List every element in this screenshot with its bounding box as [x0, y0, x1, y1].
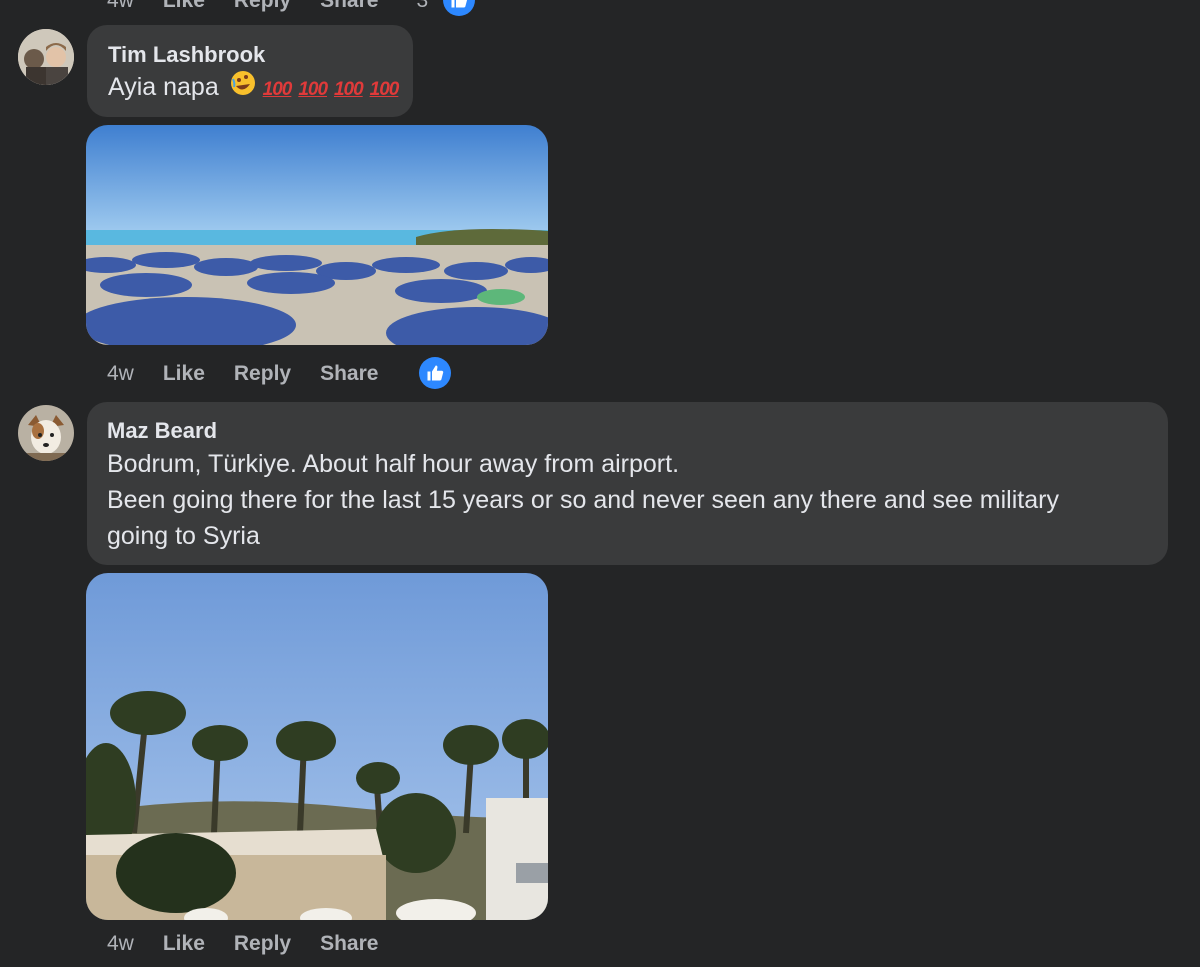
comment-text: Ayia napa 100 100 100 100: [108, 69, 400, 108]
share-button[interactable]: Share: [320, 362, 378, 386]
avatar[interactable]: [18, 405, 74, 461]
share-button[interactable]: Share: [320, 932, 378, 956]
comment-author[interactable]: Tim Lashbrook: [108, 42, 265, 68]
reply-button[interactable]: Reply: [234, 0, 291, 13]
comment-bubble: Maz Beard Bodrum, Türkiye. About half ho…: [87, 402, 1168, 565]
like-button[interactable]: Like: [163, 932, 205, 956]
reaction-count[interactable]: 3: [416, 0, 428, 13]
comment-time[interactable]: 4w: [107, 362, 134, 386]
comment-bubble: Tim Lashbrook Ayia napa 100 100 100 100: [87, 25, 413, 117]
share-button[interactable]: Share: [320, 0, 378, 13]
top-comment-actions: 4w Like Reply Share 3: [107, 0, 428, 16]
comment-time[interactable]: 4w: [107, 932, 134, 956]
comment-text-line: Bodrum, Türkiye. About half hour away fr…: [107, 450, 680, 478]
comment-text: Bodrum, Türkiye. About half hour away fr…: [107, 446, 1157, 554]
hundred-icon: 100: [298, 79, 328, 100]
like-reaction-icon[interactable]: [419, 357, 451, 389]
like-button[interactable]: Like: [163, 362, 205, 386]
reply-button[interactable]: Reply: [234, 362, 291, 386]
rolling-on-floor-laughing-icon: [230, 70, 256, 106]
comment-text-line: Been going there for the last 15 years o…: [107, 486, 1059, 514]
hundred-icon: 100: [369, 79, 400, 100]
avatar[interactable]: [18, 29, 74, 85]
comment-actions: 4w Like Reply Share: [107, 359, 407, 389]
palm-trees-photo[interactable]: [86, 573, 548, 920]
reply-button[interactable]: Reply: [234, 932, 291, 956]
hundred-icon: 100: [262, 79, 293, 100]
comment-text-line: going to Syria: [107, 522, 260, 550]
comment-text-body: Ayia napa: [108, 73, 219, 101]
comment-actions: 4w Like Reply Share: [107, 929, 407, 959]
beach-umbrellas-photo[interactable]: [86, 125, 548, 345]
hundred-icon: 100: [333, 79, 364, 100]
comment-time[interactable]: 4w: [107, 0, 134, 13]
comment-author[interactable]: Maz Beard: [107, 418, 217, 444]
like-reaction-icon[interactable]: [443, 0, 475, 16]
like-button[interactable]: Like: [163, 0, 205, 13]
